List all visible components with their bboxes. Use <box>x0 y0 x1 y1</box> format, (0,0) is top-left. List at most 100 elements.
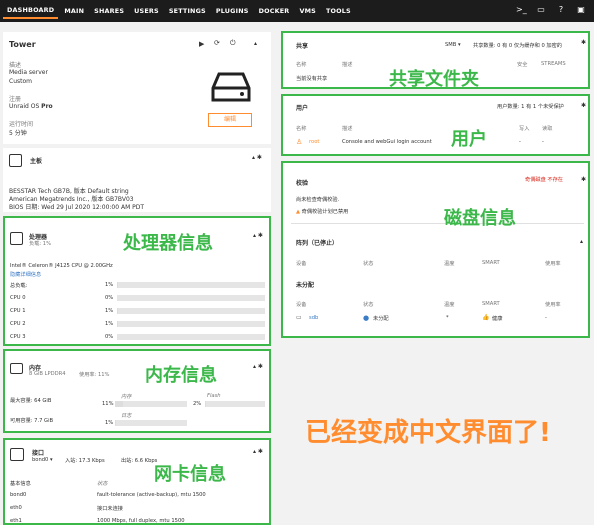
cpu-icon <box>10 232 23 245</box>
settings-icon[interactable]: ✱ <box>581 102 586 109</box>
nav-plugins[interactable]: PLUGINS <box>212 4 253 18</box>
motherboard-panel: 主板 ▴ ✱ BESSTAR Tech GB7B, 版本 Default str… <box>3 148 271 212</box>
ram-value: 11% <box>102 401 114 407</box>
nav-users[interactable]: USERS <box>130 4 163 18</box>
nav-main[interactable]: MAIN <box>60 4 88 18</box>
collapse-icon[interactable]: ▴ ✱ <box>252 154 262 161</box>
settings-icon[interactable]: ✱ <box>581 176 586 183</box>
network-icon <box>10 448 24 461</box>
network-title: 接口 <box>32 450 45 457</box>
reg-label: 注册 <box>9 96 22 103</box>
disk-row-device[interactable]: sdb <box>309 315 318 321</box>
flash-bar <box>205 401 265 407</box>
collapse-icon[interactable]: ▴ <box>254 40 257 47</box>
cpu-row-bar <box>117 321 265 327</box>
parity-title: 校验 <box>296 180 309 187</box>
collapse-icon[interactable]: ▴ ✱ <box>253 232 263 239</box>
net-row-name: eth0 <box>10 505 22 511</box>
col-smart: SMART <box>482 301 500 307</box>
parity-check-line1: 尚未检查奇偶校验. <box>296 197 340 203</box>
annotation-memory: 内存信息 <box>145 365 217 386</box>
collapse-icon[interactable]: ▴ ✱ <box>253 363 263 370</box>
memory-icon <box>10 363 23 374</box>
net-row-status: 1000 Mbps, full duplex, mtu 1500 <box>97 518 185 524</box>
divider <box>291 223 584 224</box>
collapse-icon[interactable]: ▴ ✱ <box>253 448 263 455</box>
memory-usage: 使用率: 11% <box>79 372 110 378</box>
col-desc: 描述 <box>342 62 353 68</box>
shares-type-select[interactable]: SMB ▾ <box>445 42 461 48</box>
uptime-label: 运行时间 <box>9 121 34 128</box>
terminal-icon[interactable]: >_ <box>516 5 527 15</box>
nav-shares[interactable]: SHARES <box>90 4 128 18</box>
monitor-icon[interactable]: ▣ <box>576 5 586 15</box>
status-dot-icon: ● <box>363 314 370 322</box>
cpu-model: Intel® Celeron® J4125 CPU @ 2.00GHz <box>10 263 113 269</box>
cpu-row-label: CPU 0 <box>10 295 26 301</box>
ram-label: 内存 <box>121 394 132 400</box>
flash-fill <box>205 401 207 407</box>
thumbs-up-icon: 👍 <box>482 314 490 321</box>
net-row-name: eth1 <box>10 518 22 524</box>
server-panel: Tower ▶ ⟳ ⏻ ▴ 描述 Media server Custom 注册 … <box>3 32 271 144</box>
disk-row-status: 未分配 <box>373 316 389 322</box>
nav-vms[interactable]: VMS <box>295 4 320 18</box>
network-iface-select[interactable]: bond0 ▾ <box>32 457 53 463</box>
disks-panel: 校验 奇偶磁盘 不存在 ✱ 尚未检查奇偶校验. ▲ 奇偶校验计划已禁用 阵列（已… <box>281 161 590 338</box>
reg-edition: Pro <box>41 103 53 110</box>
play-icon[interactable]: ▶ <box>199 40 204 48</box>
ram-fill <box>115 401 123 407</box>
cpu-row-value: 1% <box>105 321 114 327</box>
log-bar <box>115 420 187 426</box>
log-label: 日志 <box>121 413 132 419</box>
nav-dashboard[interactable]: DASHBOARD <box>3 3 59 19</box>
annotation-big: 已经变成中文界面了! <box>305 418 551 448</box>
usable-capacity: 可用容量: 7.7 GiB <box>10 418 54 424</box>
reg-os: Unraid OS <box>9 103 42 110</box>
net-row-status: 接口未连接 <box>97 506 123 512</box>
net-row-name: bond0 <box>10 492 27 498</box>
col-status: 状态 <box>363 302 374 308</box>
ram-bar <box>115 401 187 407</box>
settings-icon[interactable]: ✱ <box>581 39 586 46</box>
desc-line2: Custom <box>9 78 32 85</box>
col-status: 状态 <box>363 261 374 267</box>
network-out: 出站: 6.6 Kbps <box>121 458 158 464</box>
motherboard-title: 主板 <box>30 158 43 165</box>
nav-settings[interactable]: SETTINGS <box>165 4 210 18</box>
col-name: 名称 <box>296 126 307 132</box>
reg-value: Unraid OS Pro <box>9 103 53 110</box>
shares-empty: 当前没有共享 <box>296 76 328 82</box>
cpu-row-value: 0% <box>105 334 114 340</box>
nav-docker[interactable]: DOCKER <box>255 4 294 18</box>
user-row-name[interactable]: root <box>309 139 319 145</box>
col-temp: 温度 <box>444 261 455 267</box>
desc-label: 描述 <box>9 62 22 69</box>
iface-name: bond0 <box>32 457 49 463</box>
col-security: 安全 <box>517 62 528 68</box>
refresh-icon[interactable]: ⟳ <box>214 39 220 47</box>
flash-label: Flash <box>207 393 221 399</box>
cpu-row-value: 1% <box>105 308 114 314</box>
parity-status: 奇偶磁盘 不存在 <box>525 177 563 183</box>
collapse-icon[interactable]: ▴ <box>580 238 583 245</box>
nav-tools[interactable]: TOOLS <box>322 4 355 18</box>
col-desc: 描述 <box>342 126 353 132</box>
col-device: 设备 <box>296 302 307 308</box>
share-type: SMB <box>445 42 457 48</box>
basic-info-label: 基本信息 <box>10 481 31 487</box>
hide-details-link[interactable]: 隐藏详细信息 <box>10 271 41 278</box>
cpu-row-value: 1% <box>105 282 114 288</box>
array-title: 阵列（已停止） <box>296 240 339 247</box>
cpu-load: 负载: 1% <box>29 241 52 247</box>
users-count: 用户数量: 1 有 1 个未受保护 <box>497 104 564 110</box>
cpu-row-label: CPU 2 <box>10 321 26 327</box>
help-icon[interactable]: ? <box>556 5 566 15</box>
annotation-disks: 磁盘信息 <box>444 208 516 229</box>
edit-button[interactable]: 编辑 <box>208 113 252 127</box>
annotation-network: 网卡信息 <box>154 464 226 485</box>
cpu-row-bar <box>117 295 265 301</box>
max-capacity: 最大容量: 64 GiB <box>10 398 52 404</box>
power-icon[interactable]: ⏻ <box>230 39 236 48</box>
chat-icon[interactable]: ▭ <box>536 5 546 15</box>
